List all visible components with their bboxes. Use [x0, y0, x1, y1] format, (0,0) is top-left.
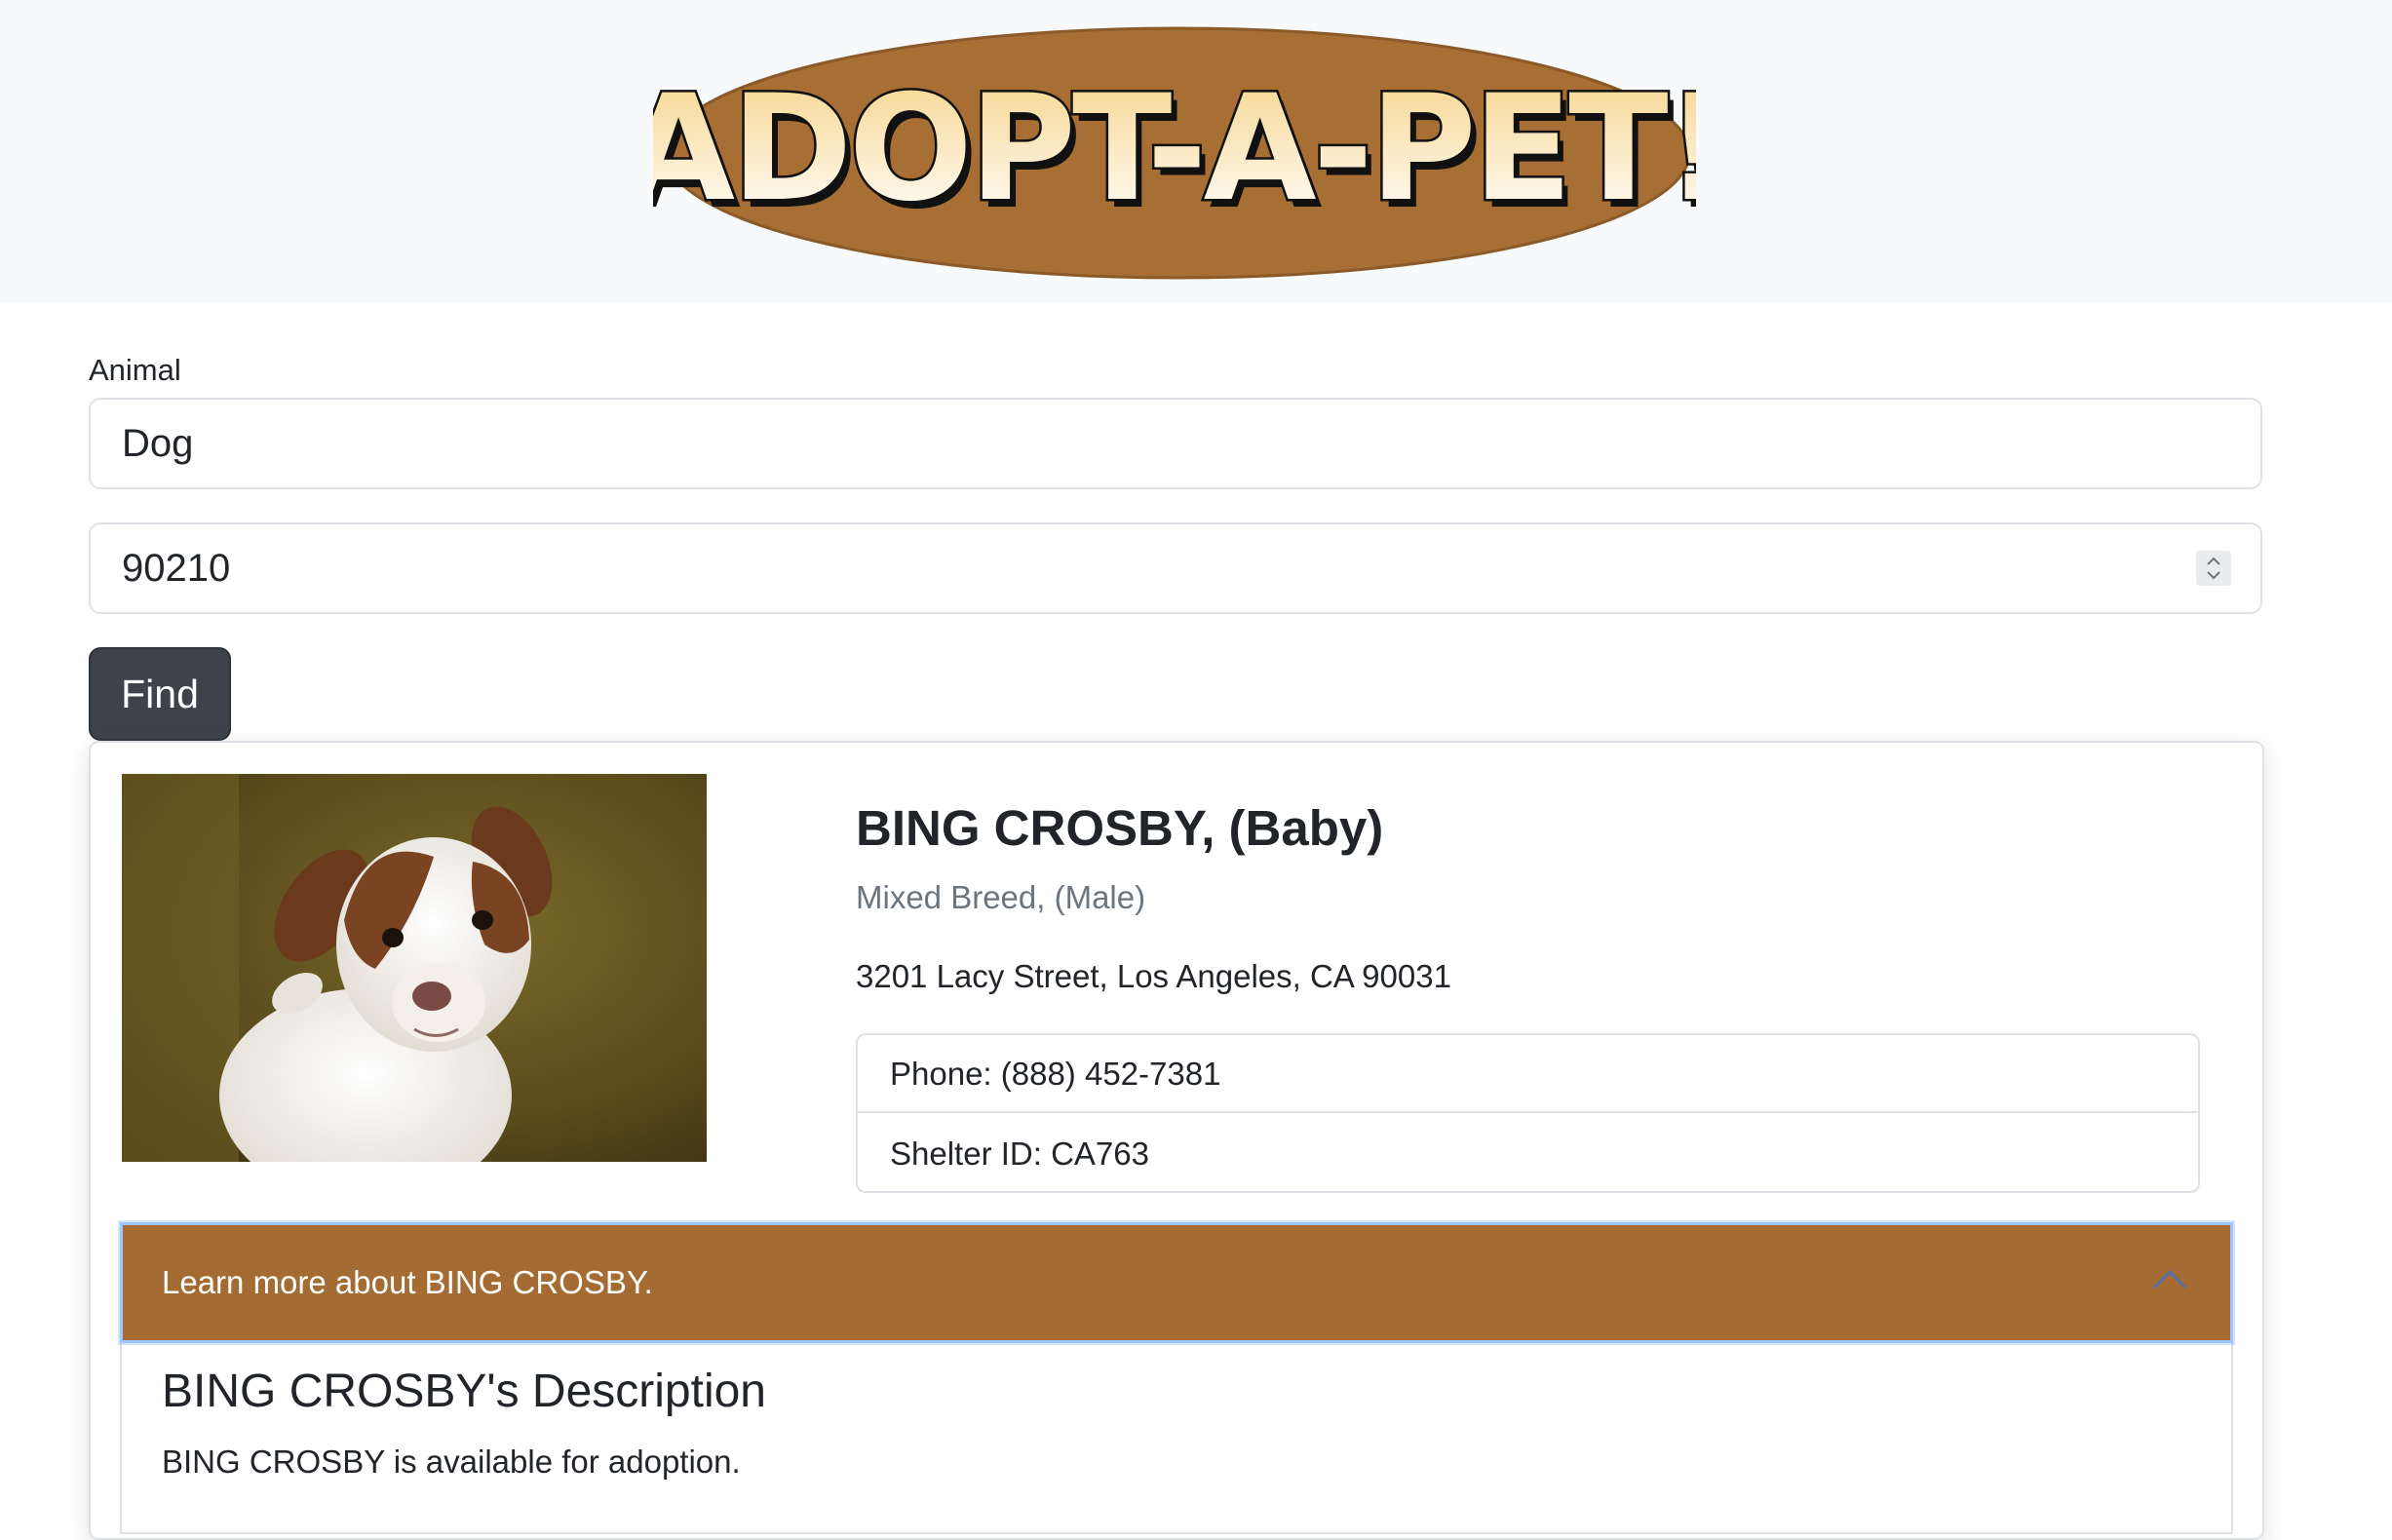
contact-info-list: Phone: (888) 452-7381 Shelter ID: CA763 — [856, 1033, 2200, 1193]
phone-item: Phone: (888) 452-7381 — [858, 1035, 2198, 1113]
svg-text:ADOPT-A-PET!: ADOPT-A-PET! — [653, 64, 1696, 234]
description-text: BING CROSBY is available for adoption. — [162, 1444, 741, 1480]
animal-label: Animal — [89, 353, 181, 387]
pet-name: BING CROSBY, (Baby) — [856, 800, 1384, 856]
zip-code-input[interactable] — [89, 522, 2262, 614]
accordion-title: Learn more about BING CROSBY. — [162, 1264, 653, 1300]
site-header: ADOPT-A-PET! ADOPT-A-PET! — [0, 0, 2392, 303]
shelter-id-item: Shelter ID: CA763 — [890, 1136, 1149, 1172]
accordion-toggle-button[interactable]: Learn more about BING CROSBY. — [120, 1222, 2233, 1343]
adopt-a-pet-logo[interactable]: ADOPT-A-PET! ADOPT-A-PET! — [653, 21, 1696, 285]
animal-input[interactable] — [89, 398, 2262, 489]
find-button[interactable]: Find — [89, 647, 231, 741]
spinner-arrows-icon — [2207, 557, 2220, 580]
pet-breed: Mixed Breed, (Male) — [856, 879, 1146, 915]
description-heading: BING CROSBY's Description — [162, 1366, 766, 1417]
pet-address: 3201 Lacy Street, Los Angeles, CA 90031 — [856, 958, 1451, 994]
zip-spinner[interactable] — [2196, 551, 2231, 586]
dog-photo-image — [122, 774, 707, 1162]
pet-photo — [122, 774, 707, 1162]
chevron-up-icon — [2152, 1269, 2187, 1290]
